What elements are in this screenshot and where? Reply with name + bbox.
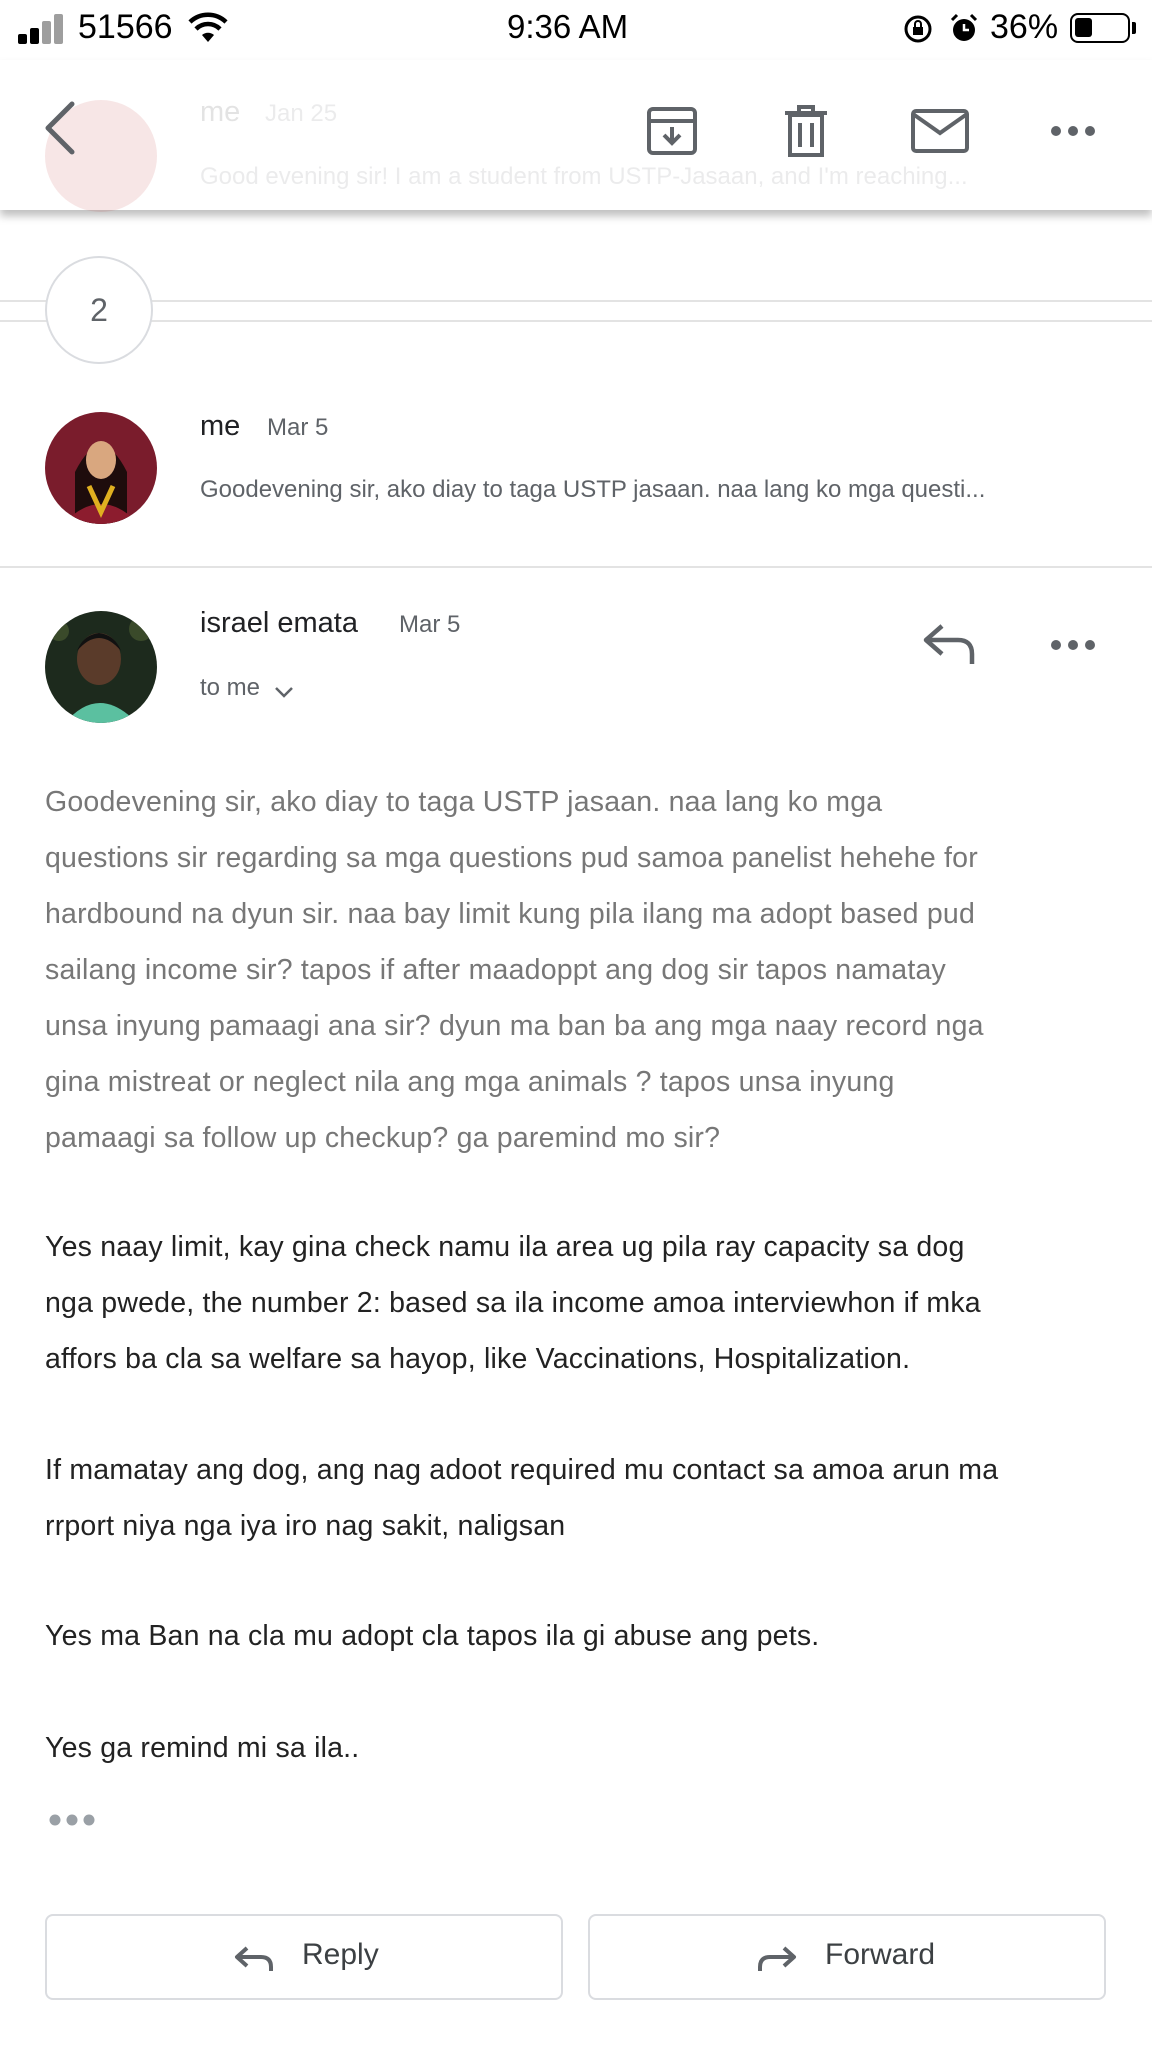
chevron-down-icon: [275, 687, 294, 698]
body-line: pamaagi sa follow up checkup? ga paremin…: [45, 1122, 721, 1154]
message-more-icon[interactable]: [1050, 638, 1096, 652]
battery-percent: 36%: [990, 8, 1059, 46]
body-line: affors ba cla sa welfare sa hayop, like …: [45, 1343, 911, 1375]
reply-icon[interactable]: [922, 622, 978, 668]
reply-paragraph: If mamatay ang dog, ang nag adoot requir…: [45, 1442, 1115, 1554]
body-line: unsa inyung pamaagi ana sir? dyun ma ban…: [45, 1010, 984, 1042]
delete-icon[interactable]: [781, 103, 831, 159]
message-snippet: Goodevening sir, ako diay to taga USTP j…: [200, 476, 986, 503]
alarm-icon: [950, 13, 978, 41]
battery-icon: [1070, 13, 1130, 43]
sender-name: me: [200, 410, 241, 442]
app-toolbar: me Jan 25 Good evening sir! I am a stude…: [0, 60, 1152, 212]
quoted-message: Goodevening sir, ako diay to taga USTP j…: [45, 774, 1115, 1166]
forward-button-label: Forward: [825, 1938, 936, 1971]
sender-name: israel emata: [200, 607, 358, 639]
forward-icon: [758, 1946, 796, 1971]
body-line: Yes naay limit, kay gina check namu ila …: [45, 1231, 965, 1263]
collapsed-messages-count[interactable]: 2: [45, 256, 153, 364]
body-line: gina mistreat or neglect nila ang mga an…: [45, 1066, 895, 1098]
reply-paragraph: Yes naay limit, kay gina check namu ila …: [45, 1219, 1115, 1387]
avatar: [45, 611, 157, 723]
signal-icon: [18, 14, 70, 44]
recipient-details-toggle[interactable]: to me: [200, 674, 294, 702]
reply-paragraph: Yes ma Ban na cla mu adopt cla tapos ila…: [45, 1608, 1115, 1664]
forward-button[interactable]: Forward: [588, 1914, 1106, 2000]
reply-paragraph: Yes ga remind mi sa ila..: [45, 1720, 1115, 1776]
clock-time: 9:36 AM: [507, 8, 629, 45]
body-line: sailang income sir? tapos if after maado…: [45, 954, 946, 986]
divider: [0, 320, 1152, 322]
message-header-collapsed[interactable]: me Mar 5 Goodevening sir, ako diay to ta…: [0, 380, 1152, 566]
body-line: Yes ma Ban na cla mu adopt cla tapos ila…: [45, 1620, 820, 1652]
status-bar: 51566 9:36 AM 36%: [0, 0, 1152, 60]
body-line: nga pwede, the number 2: based sa ila in…: [45, 1287, 981, 1319]
body-line: If mamatay ang dog, ang nag adoot requir…: [45, 1454, 999, 1486]
sender-name: me: [200, 96, 241, 128]
body-line: Goodevening sir, ako diay to taga USTP j…: [45, 786, 883, 818]
rotation-lock-icon: [904, 15, 932, 43]
message-date: Mar 5: [399, 611, 461, 638]
reply-button-label: Reply: [302, 1938, 379, 1971]
divider: [0, 300, 1152, 302]
body-line: rrport niya nga iya iro nag sakit, nalig…: [45, 1510, 566, 1542]
carrier-label: 51566: [78, 8, 173, 46]
show-trimmed-content-icon[interactable]: [48, 1812, 96, 1828]
divider: [0, 566, 1152, 568]
avatar: [45, 412, 157, 524]
recipient-label: to me: [200, 674, 261, 701]
archive-icon[interactable]: [645, 103, 699, 157]
more-icon[interactable]: [1050, 124, 1096, 138]
reply-button[interactable]: Reply: [45, 1914, 563, 2000]
body-line: Yes ga remind mi sa ila..: [45, 1732, 360, 1764]
body-line: hardbound na dyun sir. naa bay limit kun…: [45, 898, 975, 930]
message-snippet: Good evening sir! I am a student from US…: [200, 163, 968, 190]
reply-icon: [235, 1946, 273, 1971]
back-icon[interactable]: [40, 100, 82, 156]
mail-icon[interactable]: [910, 108, 970, 154]
body-line: questions sir regarding sa mga questions…: [45, 842, 978, 874]
message-date: Mar 5: [267, 414, 329, 441]
message-date: Jan 25: [265, 100, 338, 127]
wifi-icon: [188, 12, 228, 42]
